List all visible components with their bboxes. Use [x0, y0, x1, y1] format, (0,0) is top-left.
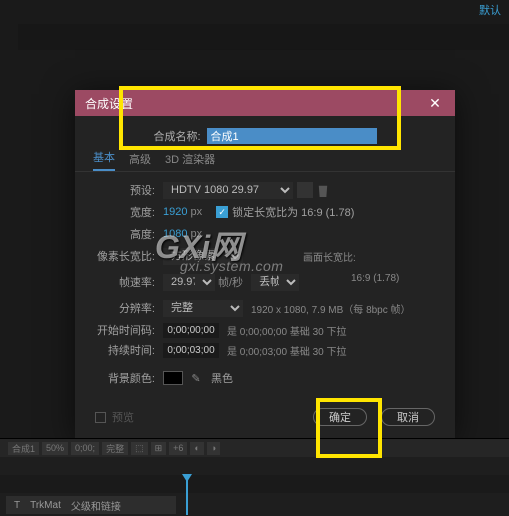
ok-button[interactable]: 确定 — [313, 408, 367, 426]
topbar-default[interactable]: 默认 — [479, 2, 501, 18]
width-label: 宽度: — [93, 204, 163, 220]
frame-aspect-value: 16:9 (1.78) — [351, 273, 399, 284]
height-value[interactable]: 1080 — [163, 228, 187, 240]
viewer-toolbar: 合成1 50% 0;00; 完整 ⬚ ⊞ +6 ◐ ◑ — [0, 439, 509, 457]
lock-aspect-checkbox[interactable]: ✓ 锁定长宽比为 16:9 (1.78) — [216, 204, 354, 220]
save-preset-icon[interactable] — [297, 182, 313, 198]
res-indicator[interactable]: 完整 — [102, 442, 128, 455]
eyedropper-icon[interactable]: ✎ — [189, 371, 203, 385]
zoom-level[interactable]: 50% — [42, 442, 68, 455]
resolution-info: 1920 x 1080, 7.9 MB（每 8bpc 帧） — [251, 301, 411, 316]
framerate-select[interactable]: 29.97 — [163, 274, 215, 291]
height-label: 高度: — [93, 226, 163, 242]
checkbox-icon — [95, 412, 106, 423]
start-tc-input[interactable] — [163, 323, 219, 338]
duration-input[interactable] — [163, 343, 219, 358]
close-button[interactable]: ✕ — [425, 95, 445, 112]
dialog-header[interactable]: 合成设置 ✕ — [75, 90, 455, 116]
dropframe-select[interactable]: 丢帧 — [251, 274, 299, 291]
comp-name-input[interactable] — [207, 128, 377, 144]
comp-tab[interactable]: 合成1 — [8, 442, 39, 455]
framerate-label: 帧速率: — [93, 274, 163, 290]
view-icon[interactable]: ⊞ — [151, 442, 167, 455]
duration-desc: 是 0;00;03;00 基础 30 下拉 — [227, 343, 347, 358]
timeline-panel: 合成1 50% 0;00; 完整 ⬚ ⊞ +6 ◐ ◑ T TrkMat 父级和… — [0, 438, 509, 516]
preset-label: 预设: — [93, 182, 163, 198]
cancel-button[interactable]: 取消 — [381, 408, 435, 426]
tab-advanced[interactable]: 高级 — [129, 151, 151, 171]
current-time[interactable]: 0;00; — [71, 442, 99, 455]
time-ruler[interactable] — [0, 475, 509, 493]
viewer-bg — [18, 24, 509, 50]
resolution-select[interactable]: 完整 — [163, 300, 243, 317]
tab-renderer[interactable]: 3D 渲染器 — [165, 151, 215, 171]
check-icon: ✓ — [216, 206, 228, 218]
width-unit: px — [190, 206, 202, 218]
framerate-unit: 帧/秒 — [218, 274, 243, 290]
playhead[interactable] — [186, 475, 188, 515]
bgcolor-name: 黑色 — [211, 370, 233, 386]
preview-label: 预览 — [112, 409, 134, 425]
height-unit: px — [190, 228, 202, 240]
frame-aspect-label: 画面长宽比: — [303, 249, 356, 264]
preset-select[interactable]: HDTV 1080 29.97 — [163, 182, 293, 199]
col-parent[interactable]: 父级和链接 — [71, 498, 121, 513]
start-tc-desc: 是 0;00;00;00 基础 30 下拉 — [227, 323, 347, 338]
preview-checkbox[interactable]: 预览 — [95, 409, 134, 425]
duration-label: 持续时间: — [93, 342, 163, 358]
tool-a-icon[interactable]: ◐ — [190, 442, 203, 455]
start-tc-label: 开始时间码: — [93, 322, 163, 338]
column-headers: T TrkMat 父级和链接 — [6, 496, 176, 514]
tabs: 基本 高级 3D 渲染器 — [75, 152, 455, 172]
grid-icon[interactable]: ⬚ — [131, 442, 148, 455]
lock-aspect-label: 锁定长宽比为 16:9 (1.78) — [232, 204, 354, 220]
delete-preset-icon[interactable] — [317, 183, 329, 197]
exposure[interactable]: +6 — [169, 442, 187, 455]
col-t[interactable]: T — [14, 500, 20, 511]
resolution-label: 分辨率: — [93, 300, 163, 316]
bgcolor-swatch[interactable] — [163, 371, 183, 385]
composition-settings-dialog: 合成设置 ✕ 合成名称: 基本 高级 3D 渲染器 预设: HDTV 1080 … — [75, 90, 455, 438]
dialog-title: 合成设置 — [85, 95, 133, 112]
pixel-aspect-label: 像素长宽比: — [93, 248, 163, 264]
col-trkmat[interactable]: TrkMat — [30, 500, 61, 511]
width-value[interactable]: 1920 — [163, 206, 187, 218]
tab-basic[interactable]: 基本 — [93, 149, 115, 171]
bgcolor-label: 背景颜色: — [93, 370, 163, 386]
comp-name-label: 合成名称: — [153, 128, 200, 144]
tool-b-icon[interactable]: ◑ — [207, 442, 220, 455]
pixel-aspect-select[interactable]: 方形像素 — [163, 248, 243, 265]
